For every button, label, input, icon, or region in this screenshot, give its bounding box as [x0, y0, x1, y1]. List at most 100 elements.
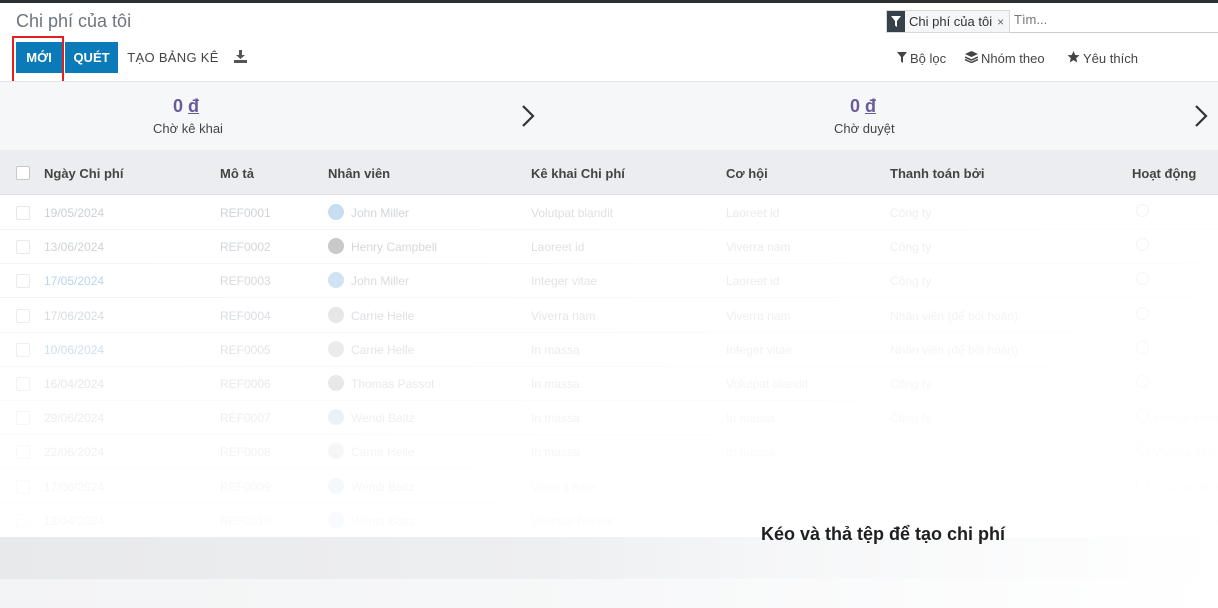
avatar [328, 340, 344, 357]
cell-paid-by: Công ty [890, 377, 932, 391]
table-row[interactable]: 29/06/2024 REF0007 Wendi Baltz In massa In m… [0, 400, 1218, 436]
facet-remove-icon[interactable]: × [997, 15, 1009, 29]
avatar [328, 306, 344, 323]
cell-employee: Henry Campbell [351, 240, 438, 255]
clock-icon[interactable] [1136, 443, 1149, 457]
filter-icon [887, 11, 905, 32]
cell-date: 16/04/2024 [44, 377, 105, 391]
filter-icon [897, 51, 907, 66]
table-row[interactable]: 16/04/2024 REF0006 Thomas Passot In massa Vo… [0, 366, 1218, 401]
cell-description: REF0003 [220, 274, 271, 289]
cell-paid-by: Công ty [890, 206, 932, 220]
clock-icon[interactable] [1136, 511, 1149, 525]
column-header-activity[interactable]: Hoạt động [1132, 166, 1196, 181]
group-by-toggle[interactable]: Nhóm theo [964, 51, 1045, 66]
column-header-date[interactable]: Ngày Chi phí [44, 166, 123, 181]
cell-employee: Wendi Baltz [351, 513, 415, 528]
row-checkbox[interactable] [16, 445, 30, 460]
cell-expense-report: Volutpat blandit [531, 206, 614, 220]
cell-date: 22/06/2024 [44, 445, 105, 460]
cell-description: REF0002 [220, 240, 271, 255]
filter-label: Bộ lọc [910, 51, 947, 66]
cell-date: 10/06/2024 [44, 342, 105, 357]
avatar [328, 443, 344, 460]
cell-activity: Volutpat blandit [1153, 513, 1218, 528]
row-checkbox[interactable] [16, 342, 30, 357]
cell-paid-by: Công ty [890, 411, 932, 426]
cell-activity: Viverra nam [1153, 445, 1218, 460]
clock-icon[interactable] [1136, 272, 1149, 286]
favorite-toggle[interactable]: Yêu thích [1067, 51, 1138, 66]
filter-toggle[interactable]: Bộ lọc [897, 51, 946, 66]
column-header-opportunity[interactable]: Cơ hội [726, 166, 768, 181]
cell-opportunity: Laoreet id [726, 206, 780, 220]
table-row[interactable]: 17/06/2024 REF0009 Wendi Baltz Viverra nam V… [0, 469, 1218, 504]
table-row[interactable]: 17/06/2024 REF0004 Carrie Helle Viverra nam… [0, 298, 1218, 333]
row-checkbox[interactable] [16, 479, 30, 494]
cell-description: REF0008 [220, 445, 271, 460]
layers-icon [964, 51, 979, 66]
cell-date: 19/05/2024 [44, 206, 105, 220]
facet-label: Chi phí của tôi [909, 14, 993, 29]
download-icon [233, 49, 247, 66]
summary-to-approve-amount[interactable]: 0đ [850, 96, 876, 117]
clock-icon[interactable] [1136, 340, 1149, 354]
column-header-employee[interactable]: Nhân viên [328, 166, 390, 181]
cell-paid-by: Nhân viên (để bồi hoàn) [890, 342, 1019, 357]
search-input[interactable]: Tìm... [1014, 12, 1047, 27]
cell-paid-by: Công ty [890, 274, 932, 289]
cell-employee: John Miller [351, 206, 410, 220]
avatar [328, 477, 344, 494]
table-row[interactable]: 19/05/2024 REF0001 John Miller Volutpat bla… [0, 195, 1218, 230]
cell-expense-report: In massa [531, 377, 580, 391]
clock-icon[interactable] [1136, 477, 1149, 491]
search-facet[interactable]: Chi phí của tôi × [886, 10, 1011, 33]
cell-employee: Wendi Baltz [351, 411, 415, 426]
column-header-paid-by[interactable]: Thanh toán bởi [890, 166, 984, 181]
search-bar[interactable]: Chi phí của tôi × Tìm... [886, 10, 1218, 33]
column-header-expense-report[interactable]: Kê khai Chi phí [531, 166, 625, 181]
cell-paid-by: Công ty [890, 240, 932, 255]
column-header-description[interactable]: Mô tả [220, 166, 254, 181]
cell-opportunity: Viverra nam [726, 240, 791, 255]
row-checkbox[interactable] [16, 240, 30, 255]
sample-footer-band [0, 537, 1218, 579]
row-checkbox[interactable] [16, 377, 30, 391]
clock-icon[interactable] [1136, 375, 1149, 388]
clock-icon[interactable] [1136, 204, 1149, 217]
cell-expense-report: Viverra nam [531, 479, 596, 494]
cell-date: 17/06/2024 [44, 479, 105, 494]
table-row[interactable]: 22/06/2024 REF0008 Carrie Helle In massa In … [0, 434, 1218, 470]
cell-description: REF0007 [220, 411, 271, 426]
table-row[interactable]: 17/05/2024 REF0003 John Miller Integer vita… [0, 263, 1218, 299]
cell-activity: Integer vitae [1153, 411, 1218, 426]
summary-to-submit-amount[interactable]: 0đ [173, 96, 199, 117]
cell-expense-report: Integer vitae [531, 274, 598, 289]
cell-description: REF0001 [220, 206, 271, 220]
avatar [328, 511, 344, 528]
cell-description: REF0006 [220, 377, 271, 391]
cell-employee: Wendi Baltz [351, 479, 415, 494]
cell-employee: Thomas Passot [351, 377, 435, 391]
clock-icon[interactable] [1136, 306, 1149, 320]
row-checkbox[interactable] [16, 274, 30, 289]
row-checkbox[interactable] [16, 513, 30, 528]
table-row[interactable]: 13/06/2024 REF0002 Henry Campbell Laoreet i… [0, 229, 1218, 265]
download-button[interactable] [230, 42, 250, 73]
cell-opportunity: In massa [726, 445, 775, 460]
select-all-checkbox[interactable] [16, 166, 30, 180]
row-checkbox[interactable] [16, 206, 30, 220]
chevron-right-icon [522, 105, 535, 127]
cell-opportunity: In massa [726, 411, 775, 426]
clock-icon[interactable] [1136, 238, 1149, 252]
table-row[interactable]: 10/06/2024 REF0005 Carrie Helle In massa Int… [0, 332, 1218, 367]
table-row[interactable]: 12/04/2024 REF0010 Wendi Baltz Volutpat bla… [0, 503, 1218, 538]
cell-expense-report: In massa [531, 411, 580, 426]
table-header: Ngày Chi phí Mô tả Nhân viên Kê khai Chi… [0, 150, 1218, 195]
row-checkbox[interactable] [16, 411, 30, 426]
row-checkbox[interactable] [16, 308, 30, 323]
cell-employee: Carrie Helle [351, 445, 415, 460]
cell-date: 13/06/2024 [44, 240, 105, 255]
clock-icon[interactable] [1136, 409, 1149, 423]
cell-expense-report: Volutpat blandit [531, 513, 614, 528]
